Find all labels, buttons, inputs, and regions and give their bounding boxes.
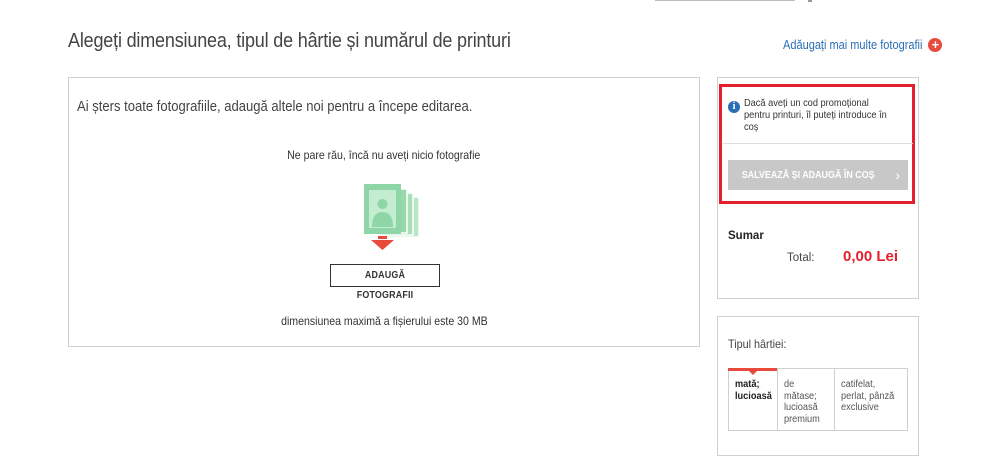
total-value: 0,00 Lei [843,248,899,265]
photo-stack-icon [364,184,420,250]
promo-code-note: Dacă aveți un cod promoțional pentru pri… [744,97,887,133]
paper-tab-silk-premium[interactable]: de mătase; lucioasă premium [777,369,834,430]
paper-tab-matte-glossy[interactable]: mată; lucioasă [728,368,777,430]
info-icon: i [728,101,740,113]
paper-type-title: Tipul hârtiei: [728,337,787,351]
plus-circle-icon[interactable]: + [928,38,943,52]
save-button-label[interactable]: SALVEAZĂ ȘI ADAUGĂ ÎN COȘ [728,160,888,190]
paper-type-tabs: mată; lucioasă de mătase; lucioasă premi… [728,368,908,431]
chevron-right-icon[interactable]: › [895,160,900,190]
photo-editor-panel: Ai șters toate fotografiile, adaugă alte… [68,77,700,347]
add-photos-button[interactable]: ADAUGĂ FOTOGRAFII [330,264,440,301]
add-more-photos-link[interactable]: Adăugați mai multe fotografii + [764,38,943,52]
summary-title: Sumar [728,230,764,242]
deleted-photos-message: Ai șters toate fotografiile, adaugă alte… [77,99,473,115]
max-file-size-note: dimensiunea maximă a fișierului este 30 … [280,314,488,328]
save-and-add-to-cart-button[interactable]: SALVEAZĂ ȘI ADAUGĂ ÎN COȘ › [728,160,908,190]
promo-divider [723,143,913,144]
page-title: Alegeți dimensiunea, tipul de hârtie și … [68,30,511,52]
total-label: Total: [787,252,815,264]
no-photos-message: Ne pare rău, încă nu aveți nicio fotogra… [287,148,481,162]
top-divider [655,0,795,1]
top-tick-mark [808,0,812,2]
add-more-photos-label[interactable]: Adăugați mai multe fotografii [783,38,922,52]
paper-tab-velvet-exclusive[interactable]: catifelat, perlat, pânză exclusive [834,369,907,430]
